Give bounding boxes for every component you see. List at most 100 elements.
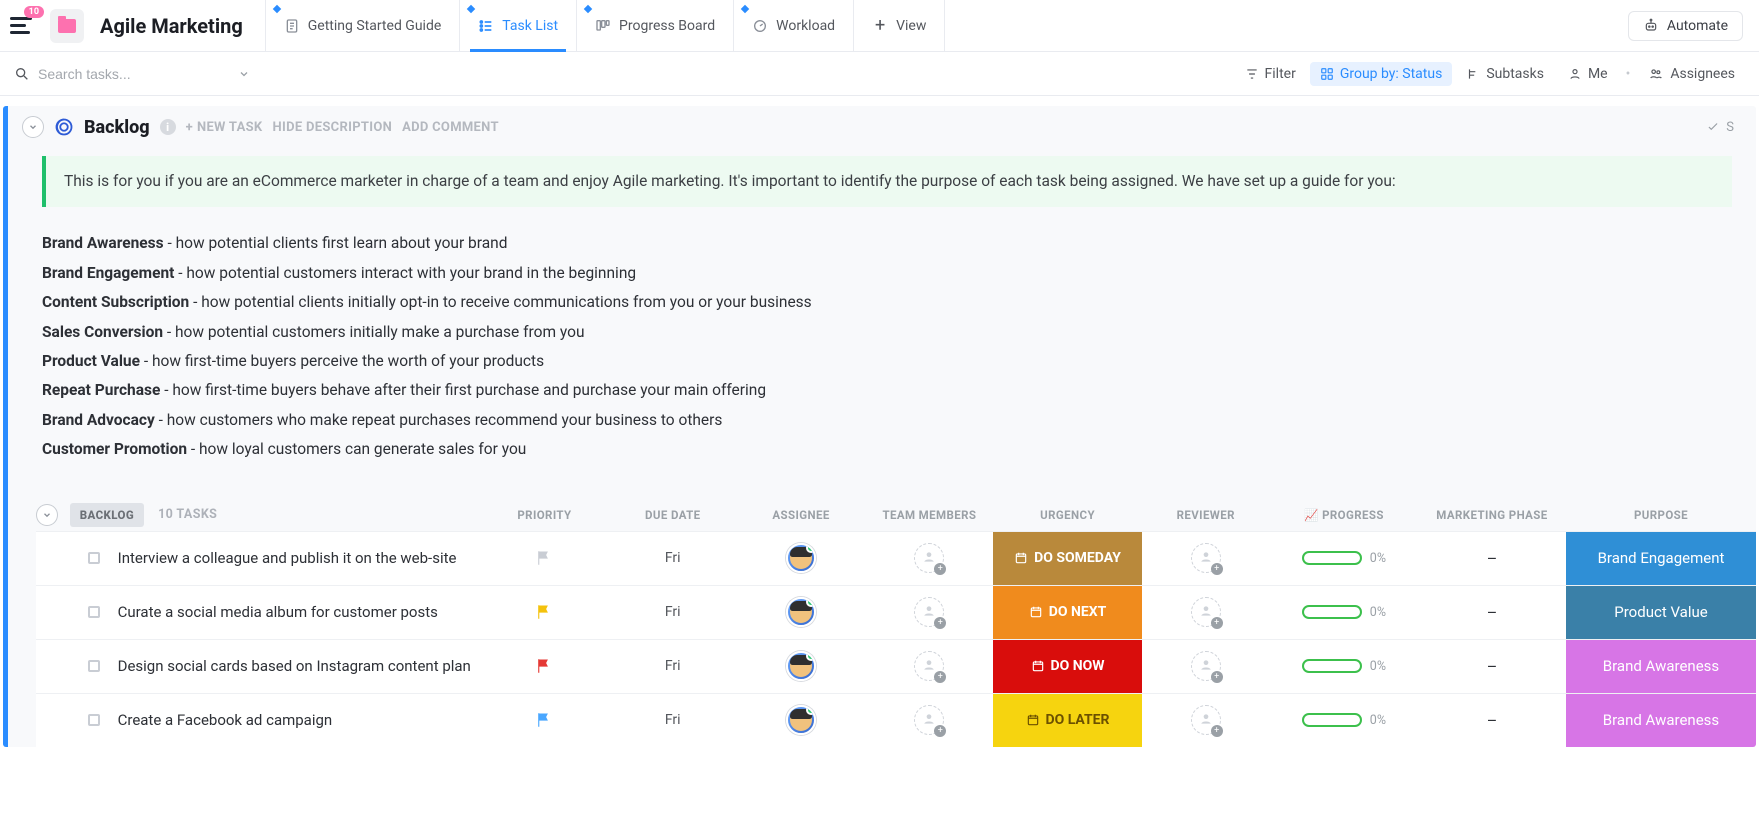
header-assignee[interactable]: ASSIGNEE: [737, 508, 865, 522]
progress-bar: [1302, 551, 1362, 565]
task-name[interactable]: Curate a social media album for customer…: [118, 602, 438, 622]
task-checkbox[interactable]: [88, 714, 100, 726]
cell-priority[interactable]: [480, 640, 608, 693]
task-checkbox[interactable]: [88, 552, 100, 564]
cell-progress[interactable]: 0%: [1270, 640, 1418, 693]
add-member-button[interactable]: [914, 705, 944, 735]
show-hide-toggle[interactable]: S: [1706, 120, 1742, 135]
cell-name: Interview a colleague and publish it on …: [66, 532, 481, 585]
header-purpose[interactable]: PURPOSE: [1566, 508, 1756, 522]
cell-assignee[interactable]: [737, 640, 865, 693]
add-reviewer-button[interactable]: [1191, 705, 1221, 735]
cell-phase[interactable]: –: [1418, 640, 1566, 693]
collapse-group-button[interactable]: [22, 116, 44, 138]
cell-assignee[interactable]: [737, 586, 865, 639]
tab-getting-started[interactable]: Getting Started Guide: [265, 0, 460, 51]
cell-reviewer[interactable]: [1142, 586, 1270, 639]
header-progress[interactable]: 📈 PROGRESS: [1270, 508, 1418, 522]
cell-phase[interactable]: –: [1418, 586, 1566, 639]
table-row[interactable]: Create a Facebook ad campaign Fri DO LATER…: [36, 693, 1756, 747]
task-checkbox[interactable]: [88, 606, 100, 618]
cell-reviewer[interactable]: [1142, 640, 1270, 693]
cell-due[interactable]: Fri: [609, 694, 737, 747]
cell-team[interactable]: [865, 532, 993, 585]
task-name[interactable]: Interview a colleague and publish it on …: [118, 548, 457, 568]
tab-progress-board[interactable]: Progress Board: [576, 0, 733, 51]
new-task-button[interactable]: NEW TASK: [186, 120, 263, 135]
cell-assignee[interactable]: [737, 532, 865, 585]
cell-purpose[interactable]: Brand Awareness: [1566, 640, 1756, 693]
add-member-button[interactable]: [914, 543, 944, 573]
definition-line: Customer Promotion - how loyal customers…: [42, 435, 1732, 464]
assignees-button[interactable]: Assignees: [1638, 62, 1745, 86]
subtasks-button[interactable]: Subtasks: [1456, 62, 1554, 86]
table-row[interactable]: Design social cards based on Instagram c…: [36, 639, 1756, 693]
avatar[interactable]: [786, 597, 816, 627]
purpose-label: Brand Awareness: [1566, 694, 1756, 747]
header-priority[interactable]: PRIORITY: [480, 508, 608, 522]
tab-workload[interactable]: Workload: [733, 0, 853, 51]
tab-task-list[interactable]: Task List: [459, 0, 576, 51]
search-dropdown[interactable]: [232, 62, 256, 86]
cell-purpose[interactable]: Product Value: [1566, 586, 1756, 639]
header-phase[interactable]: MARKETING PHASE: [1418, 508, 1566, 522]
top-bar: 10 Agile Marketing Getting Started Guide…: [0, 0, 1759, 52]
header-urgency[interactable]: URGENCY: [994, 508, 1142, 522]
tab-add-view[interactable]: + View: [853, 0, 945, 51]
search-input[interactable]: [38, 66, 218, 82]
add-comment-button[interactable]: ADD COMMENT: [402, 120, 499, 135]
cell-due[interactable]: Fri: [609, 586, 737, 639]
purpose-label: Brand Engagement: [1566, 532, 1756, 585]
cell-name: Design social cards based on Instagram c…: [66, 640, 481, 693]
menu-button[interactable]: 10: [10, 12, 38, 40]
cell-phase[interactable]: –: [1418, 694, 1566, 747]
task-checkbox[interactable]: [88, 660, 100, 672]
avatar[interactable]: [786, 651, 816, 681]
info-icon[interactable]: i: [160, 119, 176, 135]
status-chip[interactable]: BACKLOG: [70, 503, 144, 527]
cell-phase[interactable]: –: [1418, 532, 1566, 585]
add-member-button[interactable]: [914, 651, 944, 681]
add-reviewer-button[interactable]: [1191, 543, 1221, 573]
cell-reviewer[interactable]: [1142, 532, 1270, 585]
cell-progress[interactable]: 0%: [1270, 532, 1418, 585]
header-team[interactable]: TEAM MEMBERS: [865, 508, 993, 522]
hide-description-button[interactable]: HIDE DESCRIPTION: [273, 120, 393, 135]
cell-purpose[interactable]: Brand Engagement: [1566, 532, 1756, 585]
cell-priority[interactable]: [480, 586, 608, 639]
filter-button[interactable]: Filter: [1235, 62, 1306, 86]
cell-urgency[interactable]: DO NEXT: [993, 586, 1141, 639]
header-reviewer[interactable]: REVIEWER: [1142, 508, 1270, 522]
cell-team[interactable]: [865, 640, 993, 693]
header-due[interactable]: DUE DATE: [609, 508, 737, 522]
cell-progress[interactable]: 0%: [1270, 694, 1418, 747]
cell-due[interactable]: Fri: [609, 532, 737, 585]
avatar[interactable]: [786, 543, 816, 573]
cell-due[interactable]: Fri: [609, 640, 737, 693]
cell-priority[interactable]: [480, 532, 608, 585]
cell-urgency[interactable]: DO NOW: [993, 640, 1141, 693]
collapse-status-button[interactable]: [36, 504, 58, 526]
groupby-button[interactable]: Group by: Status: [1310, 62, 1452, 86]
add-member-button[interactable]: [914, 597, 944, 627]
cell-progress[interactable]: 0%: [1270, 586, 1418, 639]
task-name[interactable]: Design social cards based on Instagram c…: [118, 656, 471, 676]
table-row[interactable]: Curate a social media album for customer…: [36, 585, 1756, 639]
task-name[interactable]: Create a Facebook ad campaign: [118, 710, 333, 730]
cell-reviewer[interactable]: [1142, 694, 1270, 747]
chevron-down-icon: [42, 510, 52, 520]
cell-assignee[interactable]: [737, 694, 865, 747]
folder-chip[interactable]: [50, 9, 84, 43]
cell-team[interactable]: [865, 586, 993, 639]
cell-purpose[interactable]: Brand Awareness: [1566, 694, 1756, 747]
add-reviewer-button[interactable]: [1191, 651, 1221, 681]
cell-team[interactable]: [865, 694, 993, 747]
avatar[interactable]: [786, 705, 816, 735]
automate-button[interactable]: Automate: [1628, 11, 1743, 41]
table-row[interactable]: Interview a colleague and publish it on …: [36, 531, 1756, 585]
cell-urgency[interactable]: DO SOMEDAY: [993, 532, 1141, 585]
cell-priority[interactable]: [480, 694, 608, 747]
add-reviewer-button[interactable]: [1191, 597, 1221, 627]
cell-urgency[interactable]: DO LATER: [993, 694, 1141, 747]
me-button[interactable]: Me: [1558, 62, 1618, 86]
